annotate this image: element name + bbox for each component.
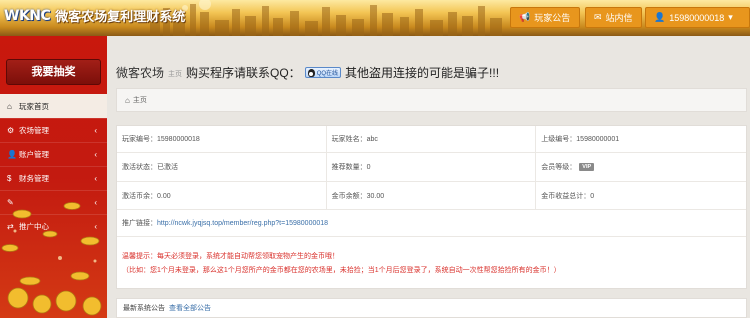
vip-badge: VIP xyxy=(579,163,595,171)
user-icon: 👤 xyxy=(654,12,666,22)
gold-ingots-decoration xyxy=(1,202,102,316)
referral-count: 推荐数量：0 xyxy=(327,153,537,181)
gold-income-total: 金币收益总计：0 xyxy=(541,192,595,200)
penguin-icon xyxy=(307,68,315,77)
breadcrumb-home[interactable]: 主页 xyxy=(133,95,147,105)
gear-icon: ⚙ xyxy=(7,126,15,135)
sidebar-item-label: 账户管理 xyxy=(19,150,49,159)
chevron-left-icon: ‹ xyxy=(94,150,97,159)
member-level-label: 会员等级： xyxy=(541,164,577,171)
heading-contact-text: 购买程序请联系QQ： xyxy=(186,66,301,80)
qq-online-badge[interactable]: QQ在线 xyxy=(304,67,342,78)
lottery-button[interactable]: 我要抽奖 xyxy=(6,59,101,85)
site-logo[interactable]: WKNC 微客农场复利理财系统 xyxy=(4,6,185,25)
info-row: 激活币余：0.00 金币余额：30.00 金币收益总计：0 xyxy=(117,182,746,210)
inbox-button[interactable]: ✉ 站内信 xyxy=(585,7,642,28)
envelope-icon: ✉ xyxy=(594,12,602,22)
sidebar-item-label: 财务管理 xyxy=(19,174,49,183)
member-level: 会员等级： VIP xyxy=(536,153,746,181)
sidebar-item-farm[interactable]: ⚙ 农场管理 ‹ xyxy=(0,118,107,142)
heading-warning-text: 其他盗用连接的可能是骗子!!! xyxy=(345,66,500,80)
sidebar-item-label: 农场管理 xyxy=(19,126,49,135)
promo-link-row: 推广链接： http://ncwk.jyqjsq.top/member/reg.… xyxy=(117,210,746,237)
caret-down-icon: ▾ xyxy=(728,12,733,22)
activation-status: 激活状态：已激活 xyxy=(117,153,327,181)
latest-announcements: 最新系统公告 查看全部公告 xyxy=(116,298,747,318)
player-name: 玩家姓名：abc xyxy=(327,126,537,152)
main-content: 微客农场 主页 购买程序请联系QQ： QQ在线 其他盗用连接的可能是骗子!!! … xyxy=(107,36,750,318)
view-all-announcements-link[interactable]: 查看全部公告 xyxy=(169,303,211,313)
logo-mark: WKNC xyxy=(4,7,51,24)
latest-announcements-title: 最新系统公告 xyxy=(123,305,165,312)
login-reminder: 温馨提示：每天必须登录，系统才能自动帮您领取宠物产生的金币哦！ （比如：您1个月… xyxy=(117,237,746,288)
player-info-panel: 玩家编号：15980000018 玩家姓名：abc 上级编号：159800000… xyxy=(116,125,747,289)
gold-balance: 金币余额：30.00 xyxy=(327,182,537,209)
info-row: 玩家编号：15980000018 玩家姓名：abc 上级编号：159800000… xyxy=(117,126,746,153)
sidebar-item-account[interactable]: 👤 账户管理 ‹ xyxy=(0,142,107,166)
top-header: WKNC 微客农场复利理财系统 📢 玩家公告 ✉ 站内信 👤 159800000… xyxy=(0,0,750,36)
dollar-icon: $ xyxy=(7,174,12,183)
user-menu-label: 15980000018 xyxy=(669,12,725,23)
promo-link-url[interactable]: http://ncwk.jyqjsq.top/member/reg.php?t=… xyxy=(157,220,328,227)
breadcrumb: ⌂ 主页 xyxy=(116,88,747,112)
page-subtitle: 主页 xyxy=(168,71,183,78)
promo-link-label: 推广链接： xyxy=(122,220,157,227)
page-title: 微客农场 主页 购买程序请联系QQ： QQ在线 其他盗用连接的可能是骗子!!! xyxy=(116,64,499,81)
qq-online-label: QQ在线 xyxy=(316,71,339,77)
activation-coins: 激活币余：0.00 xyxy=(117,182,327,209)
upline-id: 上级编号：15980000001 xyxy=(541,136,620,143)
chevron-left-icon: ‹ xyxy=(94,174,97,183)
player-notice-label: 玩家公告 xyxy=(534,13,571,23)
user-menu-button[interactable]: 👤 15980000018 ▾ xyxy=(645,7,750,28)
site-title: 微客农场复利理财系统 xyxy=(55,9,186,24)
info-row: 激活状态：已激活 推荐数量：0 会员等级： VIP xyxy=(117,153,746,182)
user-icon: 👤 xyxy=(7,150,17,159)
sidebar: 我要抽奖 ⌂ 玩家首页 ⚙ 农场管理 ‹ 👤 账户管理 ‹ $ 财务管理 ‹ ✎… xyxy=(0,36,107,318)
chevron-left-icon: ‹ xyxy=(94,126,97,135)
home-icon: ⌂ xyxy=(125,95,130,105)
player-id: 玩家编号：15980000018 xyxy=(117,126,327,152)
reminder-line: 温馨提示：每天必须登录，系统才能自动帮您领取宠物产生的金币哦！ xyxy=(122,252,339,260)
sidebar-item-home[interactable]: ⌂ 玩家首页 xyxy=(0,94,107,118)
player-notice-button[interactable]: 📢 玩家公告 xyxy=(510,7,580,28)
app-name: 微客农场 xyxy=(116,66,165,80)
home-icon: ⌂ xyxy=(7,102,12,111)
sidebar-item-label: 玩家首页 xyxy=(19,102,49,111)
reminder-line: （比如：您1个月未登录，那么这1个月您所产的金币都在您的农场里，未拾捡；当1个月… xyxy=(122,266,561,274)
inbox-label: 站内信 xyxy=(605,13,633,23)
megaphone-icon: 📢 xyxy=(519,12,531,22)
